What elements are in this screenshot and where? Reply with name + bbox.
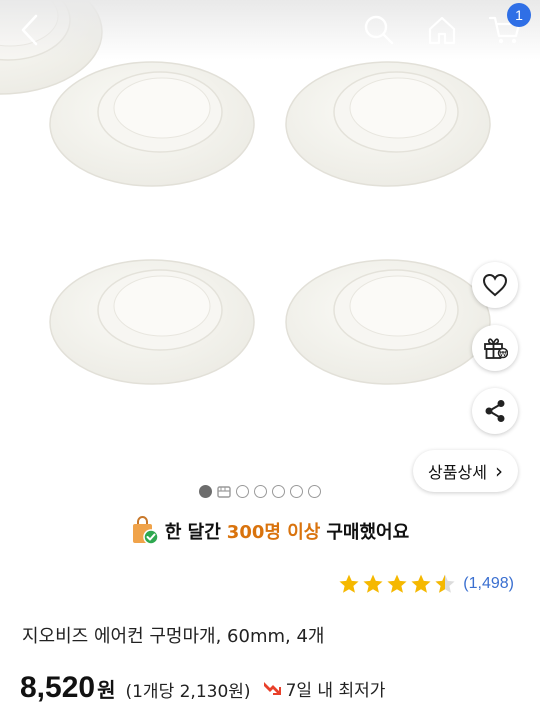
- price-currency: 원: [97, 678, 116, 702]
- pagination-dot[interactable]: [290, 485, 303, 498]
- share-icon: [485, 400, 505, 422]
- shopping-bag-check-icon: [132, 516, 159, 545]
- search-icon: [364, 15, 394, 45]
- video-icon[interactable]: [217, 485, 231, 498]
- purchase-highlight: 300명 이상: [226, 522, 321, 543]
- down-arrow-icon: [263, 682, 281, 695]
- star-full-icon: [339, 574, 359, 593]
- pagination-dot[interactable]: [308, 485, 321, 498]
- search-button[interactable]: [359, 10, 399, 50]
- chevron-right-icon: ›: [494, 459, 503, 483]
- pagination-dot[interactable]: [236, 485, 249, 498]
- star-full-icon: [387, 574, 407, 593]
- gift-button[interactable]: ₩: [472, 325, 518, 371]
- product-title: 지오비즈 에어컨 구멍마개, 60mm, 4개: [22, 626, 325, 647]
- heart-icon: [482, 273, 508, 297]
- pagination-dot[interactable]: [272, 485, 285, 498]
- gift-icon: ₩: [484, 338, 508, 359]
- gallery-pagination: [199, 485, 321, 498]
- wishlist-button[interactable]: [472, 262, 518, 308]
- purchase-count-banner: 한 달간 300명 이상 구매했어요: [0, 513, 540, 549]
- lowest-price-label: 7일 내 최저가: [285, 680, 386, 701]
- chevron-left-icon: [21, 14, 38, 46]
- star-half-icon: [435, 574, 455, 593]
- back-button[interactable]: [10, 10, 50, 50]
- sale-price: 8,520: [20, 671, 96, 704]
- pagination-dot[interactable]: [254, 485, 267, 498]
- product-rating[interactable]: (1,498): [338, 573, 514, 595]
- product-detail-label: 상품상세: [428, 463, 487, 482]
- cart-count-badge: 1: [507, 3, 531, 27]
- purchase-suffix: 구매했어요: [326, 522, 410, 543]
- review-count-link[interactable]: (1,498): [463, 575, 514, 593]
- lowest-price-badge: 7일 내 최저가: [263, 676, 386, 701]
- star-full-icon: [411, 574, 431, 593]
- product-image-gallery[interactable]: [0, 0, 540, 500]
- pagination-dot[interactable]: [199, 485, 212, 498]
- star-full-icon: [363, 574, 383, 593]
- share-button[interactable]: [472, 388, 518, 434]
- home-icon: [428, 16, 456, 45]
- product-detail-button[interactable]: 상품상세 ›: [413, 450, 518, 492]
- home-button[interactable]: [422, 10, 462, 50]
- product-image: [0, 0, 491, 385]
- price-row: 8,520 원 (1개당 2,130원) 7일 내 최저가: [20, 671, 385, 705]
- unit-price: (1개당 2,130원): [125, 682, 251, 702]
- purchase-prefix: 한 달간: [164, 522, 221, 543]
- svg-text:₩: ₩: [500, 350, 507, 358]
